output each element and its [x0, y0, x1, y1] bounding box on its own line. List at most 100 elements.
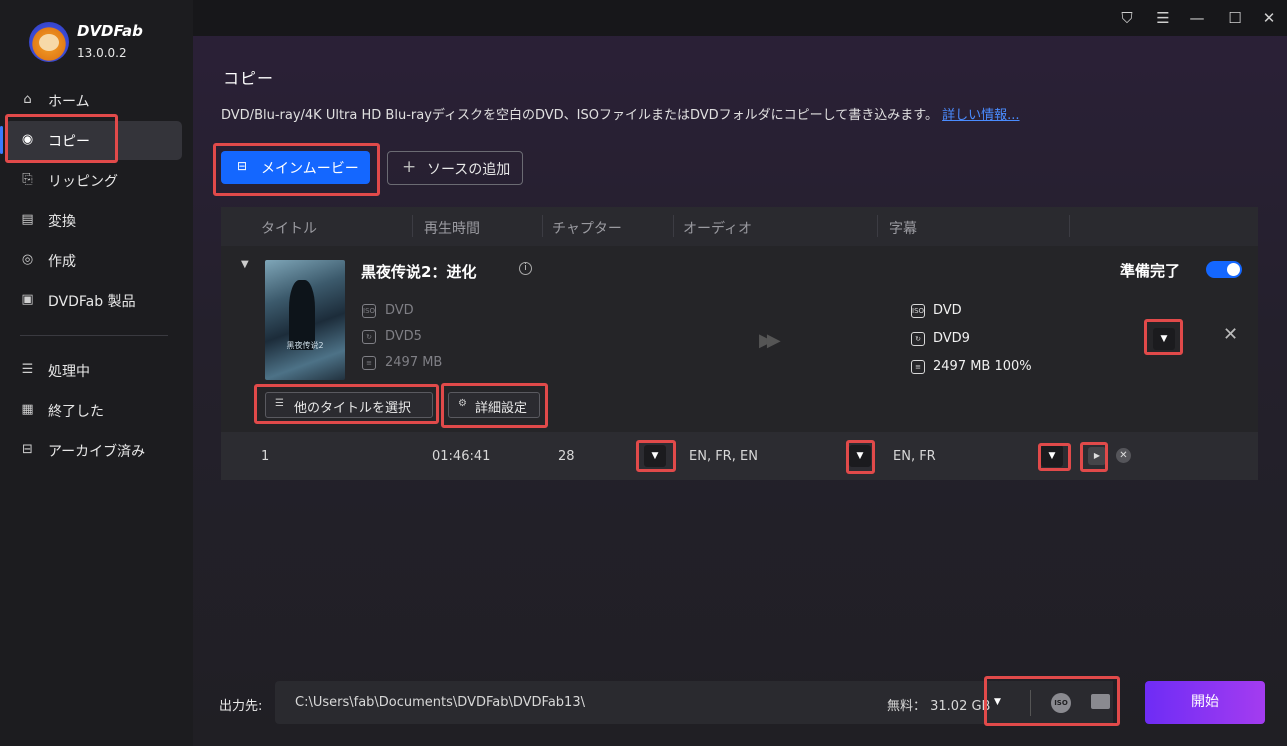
- sidebar-item-ripper[interactable]: ⎘ リッピング: [0, 161, 193, 199]
- sidebar-item-archived[interactable]: ⊟ アーカイブ済み: [0, 431, 193, 469]
- output-type: DVD: [933, 303, 962, 318]
- main-panel: ⛉ ☰ — ☐ ✕ コピー DVD/Blu-ray/4K Ultra HD Bl…: [193, 0, 1287, 746]
- title-bar: ⛉ ☰ — ☐ ✕: [193, 0, 1287, 36]
- copy-disc-icon: ◉: [21, 132, 34, 147]
- iso-disc-icon: ISO: [362, 304, 376, 318]
- column-header-duration: 再生時間: [424, 221, 480, 237]
- movie-poster: 黑夜传说2: [265, 260, 345, 380]
- converter-icon: ▤: [21, 212, 34, 227]
- movie-title: 黒夜传说2：进化: [361, 263, 477, 281]
- list-icon: ☰: [275, 398, 284, 409]
- start-button[interactable]: 開始: [1145, 681, 1265, 724]
- sidebar-item-copy[interactable]: ◉ コピー: [0, 121, 193, 159]
- sidebar-item-home[interactable]: ⌂ ホーム: [0, 81, 193, 119]
- remove-title-icon[interactable]: ✕: [1116, 448, 1131, 463]
- menu-icon[interactable]: ☰: [1151, 6, 1175, 30]
- enable-toggle[interactable]: [1206, 261, 1242, 278]
- output-disc: DVD9: [933, 331, 970, 346]
- more-info-link[interactable]: 詳しい情報...: [942, 108, 1019, 123]
- audio-dropdown[interactable]: ▼: [849, 445, 871, 467]
- add-source-label: ソースの追加: [427, 162, 511, 178]
- description-text: DVD/Blu-ray/4K Ultra HD Blu-rayディスクを空白のD…: [221, 108, 938, 123]
- title-number: 1: [261, 449, 270, 464]
- column-separator: [877, 215, 878, 237]
- sidebar-item-label: 作成: [48, 254, 76, 270]
- sidebar-item-label: 変換: [48, 214, 76, 230]
- sidebar: DVDFab 13.0.0.2 ⌂ ホーム ◉ コピー ⎘ リッピング ▤ 変換…: [0, 0, 193, 746]
- disc-type-icon: ↻: [911, 332, 925, 346]
- collapse-toggle[interactable]: ▼: [241, 259, 249, 270]
- title-duration: 01:46:41: [432, 449, 491, 464]
- column-separator: [1069, 215, 1070, 237]
- folder-icon[interactable]: [1091, 694, 1110, 709]
- select-title-button[interactable]: ☰ 他のタイトルを選択: [265, 392, 433, 418]
- mode-button[interactable]: ⊟ メインムービー: [221, 151, 370, 184]
- iso-disc-icon: ISO: [911, 304, 925, 318]
- processing-icon: ☰: [21, 362, 34, 377]
- sidebar-item-label: コピー: [48, 134, 90, 150]
- output-profile-dropdown[interactable]: ▼: [1153, 328, 1175, 350]
- free-space-dropdown-icon[interactable]: ▼: [994, 697, 1001, 707]
- status-label: 準備完了: [1120, 262, 1181, 280]
- app-name: DVDFab: [77, 22, 143, 40]
- sidebar-item-products[interactable]: ▣ DVDFab 製品: [0, 281, 193, 319]
- info-icon[interactable]: i: [519, 262, 532, 275]
- products-icon: ▣: [21, 292, 34, 307]
- sidebar-item-converter[interactable]: ▤ 変換: [0, 201, 193, 239]
- column-separator: [412, 215, 413, 237]
- app-window: DVDFab 13.0.0.2 ⌂ ホーム ◉ コピー ⎘ リッピング ▤ 変換…: [0, 0, 1287, 746]
- size-icon: ≡: [911, 360, 925, 374]
- sidebar-item-label: アーカイブ済み: [48, 444, 146, 460]
- advanced-settings-button[interactable]: ⚙ 詳細設定: [448, 392, 540, 418]
- sidebar-divider: [20, 335, 168, 336]
- column-header-title: タイトル: [261, 221, 317, 237]
- output-separator: [1030, 690, 1031, 716]
- source-type: DVD: [385, 303, 414, 318]
- mode-label: メインムービー: [261, 161, 359, 177]
- dvdfab-logo: [29, 22, 69, 62]
- minimize-icon[interactable]: —: [1185, 6, 1209, 30]
- sidebar-item-label: DVDFab 製品: [48, 294, 136, 310]
- convert-arrow-icon: ▶▶: [759, 330, 781, 351]
- title-subtitles: EN, FR: [893, 449, 936, 464]
- creator-icon: ◎: [21, 252, 34, 267]
- page-description: DVD/Blu-ray/4K Ultra HD Blu-rayディスクを空白のD…: [221, 104, 1020, 123]
- subtitle-dropdown[interactable]: ▼: [1041, 445, 1063, 467]
- sidebar-item-label: リッピング: [48, 174, 118, 190]
- archive-icon: ⊟: [22, 442, 33, 457]
- sidebar-item-processing[interactable]: ☰ 処理中: [0, 351, 193, 389]
- skin-icon[interactable]: ⛉: [1115, 6, 1139, 30]
- output-path: C:\Users\fab\Documents\DVDFab\DVDFab13\: [295, 695, 585, 710]
- settings-icon: ⚙: [458, 398, 467, 409]
- sidebar-item-creator[interactable]: ◎ 作成: [0, 241, 193, 279]
- column-separator: [542, 215, 543, 237]
- play-icon[interactable]: ▶: [1088, 447, 1106, 465]
- page-title: コピー: [223, 69, 275, 88]
- output-path-field[interactable]: C:\Users\fab\Documents\DVDFab\DVDFab13\ …: [275, 681, 1002, 724]
- select-title-label: 他のタイトルを選択: [294, 401, 412, 416]
- size-icon: ≡: [362, 356, 376, 370]
- remove-source-icon[interactable]: ✕: [1223, 324, 1238, 345]
- finished-icon: ▦: [21, 402, 34, 417]
- disc-type-icon: ↻: [362, 330, 376, 344]
- column-separator: [673, 215, 674, 237]
- output-label: 出力先:: [219, 699, 263, 714]
- title-chapters: 28: [558, 449, 575, 464]
- close-icon[interactable]: ✕: [1257, 6, 1281, 30]
- chapter-dropdown[interactable]: ▼: [644, 445, 666, 467]
- iso-output-icon[interactable]: ISO: [1051, 693, 1071, 713]
- sidebar-item-finished[interactable]: ▦ 終了した: [0, 391, 193, 429]
- column-header-subtitles: 字幕: [889, 221, 917, 237]
- column-header-audio: オーディオ: [683, 221, 753, 237]
- column-header-chapters: チャプター: [552, 221, 622, 237]
- mode-icon: ⊟: [237, 159, 248, 173]
- ripper-icon: ⎘: [22, 172, 33, 187]
- add-source-button[interactable]: + ソースの追加: [387, 151, 523, 185]
- sidebar-item-label: ホーム: [48, 94, 90, 110]
- maximize-icon[interactable]: ☐: [1223, 6, 1247, 30]
- sidebar-item-label: 処理中: [48, 364, 90, 380]
- sidebar-item-label: 終了した: [48, 404, 104, 420]
- advanced-label: 詳細設定: [475, 401, 528, 416]
- source-disc: DVD5: [385, 329, 422, 344]
- home-icon: ⌂: [23, 92, 32, 107]
